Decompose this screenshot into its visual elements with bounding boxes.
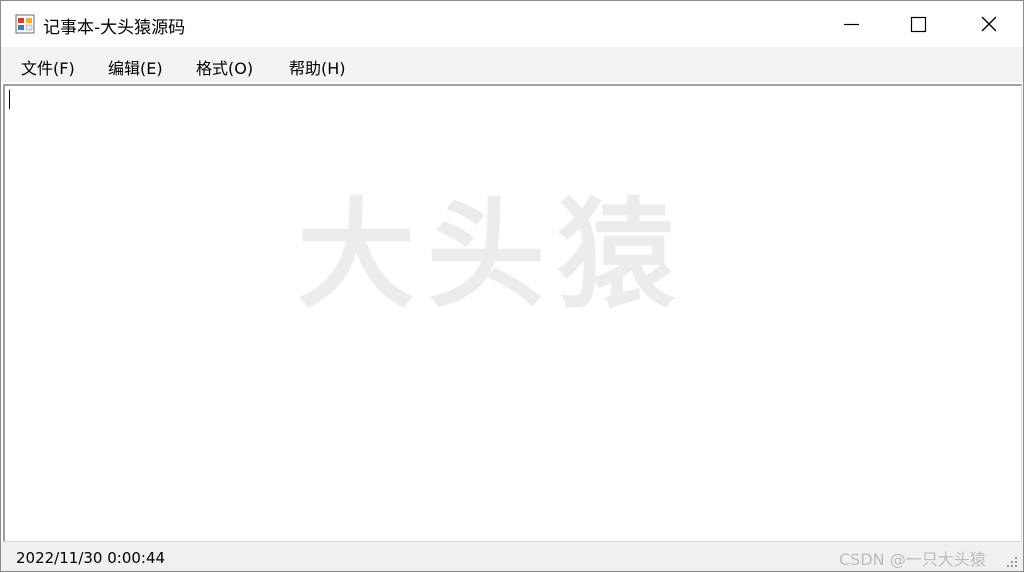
watermark-text: 大头猿 bbox=[297, 186, 688, 324]
maximize-button[interactable] bbox=[884, 1, 954, 47]
credit-watermark: CSDN @一只大头猿 bbox=[839, 550, 986, 569]
notepad-app-icon bbox=[15, 14, 35, 34]
menu-bar: 文件(F) 编辑(E) 格式(O) 帮助(H) bbox=[1, 47, 1023, 82]
status-datetime: 2022/11/30 0:00:44 bbox=[16, 549, 166, 567]
menu-help[interactable]: 帮助(H) bbox=[289, 55, 346, 79]
text-caret bbox=[9, 90, 10, 109]
window-title: 记事本-大头猿源码 bbox=[43, 18, 186, 38]
menu-edit[interactable]: 编辑(E) bbox=[108, 55, 163, 79]
notepad-window: 记事本-大头猿源码 文件(F) 编辑(E) 格式(O) 帮助(H) 大头猿 20… bbox=[0, 0, 1024, 572]
menu-file[interactable]: 文件(F) bbox=[21, 55, 75, 79]
menu-format[interactable]: 格式(O) bbox=[196, 55, 253, 79]
title-bar[interactable]: 记事本-大头猿源码 bbox=[1, 1, 1023, 47]
minimize-button[interactable] bbox=[815, 1, 885, 47]
resize-grip-icon[interactable] bbox=[1005, 554, 1019, 568]
status-bar: 2022/11/30 0:00:44 CSDN @一只大头猿 bbox=[1, 542, 1023, 571]
close-button[interactable] bbox=[953, 1, 1023, 47]
text-editor[interactable]: 大头猿 bbox=[3, 84, 1022, 542]
